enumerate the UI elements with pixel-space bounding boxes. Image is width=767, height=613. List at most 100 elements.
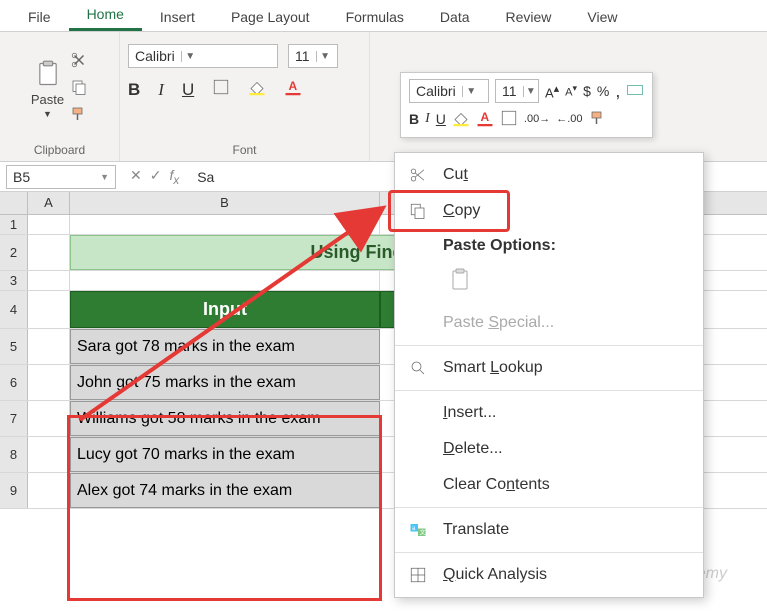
- font-size-value: 11: [289, 48, 316, 64]
- ctx-translate[interactable]: a文 Translate: [395, 512, 703, 548]
- bold-button[interactable]: B: [128, 80, 140, 100]
- enter-formula-icon[interactable]: ✓: [150, 167, 162, 187]
- select-all-corner[interactable]: [0, 192, 28, 214]
- ribbon-tabs: File Home Insert Page Layout Formulas Da…: [0, 0, 767, 32]
- fx-icon[interactable]: fx: [169, 167, 179, 187]
- data-cell[interactable]: Sara got 78 marks in the exam: [70, 329, 380, 364]
- ctx-quick-analysis[interactable]: Quick Analysis: [395, 557, 703, 593]
- format-painter-icon[interactable]: [70, 105, 88, 126]
- ctx-copy[interactable]: Copy: [395, 193, 703, 229]
- percent-format-icon[interactable]: %: [597, 83, 609, 99]
- mini-font-combo[interactable]: Calibri▼: [409, 79, 489, 103]
- tab-home[interactable]: Home: [69, 0, 142, 31]
- row-header[interactable]: 7: [0, 401, 28, 436]
- ctx-clear-contents[interactable]: Clear Contents: [395, 467, 703, 503]
- tab-insert[interactable]: Insert: [142, 3, 213, 31]
- group-font: Calibri▼ 11▼ B I U A Font: [120, 32, 370, 161]
- cell[interactable]: [28, 329, 70, 364]
- ctx-delete-label: Delete...: [443, 440, 503, 458]
- cell[interactable]: [70, 215, 380, 234]
- name-box-value: B5: [13, 169, 30, 185]
- ctx-insert-label: Insert...: [443, 404, 496, 422]
- border-button[interactable]: [212, 78, 230, 101]
- name-box[interactable]: B5 ▼: [6, 165, 116, 189]
- fill-color-button[interactable]: [248, 78, 266, 101]
- font-color-button[interactable]: A: [284, 78, 302, 101]
- mini-bold-button[interactable]: B: [409, 111, 419, 127]
- input-header-cell[interactable]: Input: [70, 291, 380, 328]
- ctx-translate-label: Translate: [443, 521, 509, 539]
- mini-italic-button[interactable]: I: [425, 111, 430, 127]
- copy-icon[interactable]: [70, 78, 88, 99]
- mini-border-icon[interactable]: [500, 109, 518, 130]
- font-group-label: Font: [232, 143, 256, 157]
- ctx-clear-label: Clear Contents: [443, 476, 550, 494]
- row-header[interactable]: 2: [0, 235, 28, 270]
- paste-option-default[interactable]: [443, 263, 477, 297]
- row-header[interactable]: 1: [0, 215, 28, 234]
- comma-format-icon[interactable]: ,: [615, 81, 620, 102]
- mini-font-color-icon[interactable]: A: [476, 109, 494, 130]
- ctx-cut[interactable]: Cut: [395, 157, 703, 193]
- chevron-down-icon[interactable]: ▼: [100, 172, 109, 182]
- mini-fill-icon[interactable]: [452, 109, 470, 130]
- underline-button[interactable]: U: [182, 80, 194, 100]
- col-header-a[interactable]: A: [28, 192, 70, 214]
- data-cell[interactable]: Alex got 74 marks in the exam: [70, 473, 380, 508]
- data-cell[interactable]: Williams got 58 marks in the exam: [70, 401, 380, 436]
- tab-pagelayout[interactable]: Page Layout: [213, 3, 328, 31]
- chevron-down-icon[interactable]: ▼: [316, 51, 334, 62]
- tab-data[interactable]: Data: [422, 3, 488, 31]
- tab-formulas[interactable]: Formulas: [328, 3, 422, 31]
- row-header[interactable]: 4: [0, 291, 28, 328]
- tab-view[interactable]: View: [569, 3, 635, 31]
- accounting-format-icon[interactable]: $: [583, 83, 591, 99]
- ctx-delete[interactable]: Delete...: [395, 431, 703, 467]
- ctx-cut-label: Cut: [443, 166, 468, 184]
- formula-content[interactable]: Sa: [187, 169, 214, 185]
- cell[interactable]: [28, 291, 70, 328]
- cell[interactable]: [28, 437, 70, 472]
- italic-button[interactable]: I: [158, 80, 164, 100]
- row-header[interactable]: 6: [0, 365, 28, 400]
- data-cell[interactable]: John got 75 marks in the exam: [70, 365, 380, 400]
- ctx-smart-lookup-label: Smart Lookup: [443, 359, 543, 377]
- cell[interactable]: [28, 235, 70, 270]
- cell[interactable]: [28, 271, 70, 290]
- mini-format-painter-icon[interactable]: [589, 109, 607, 130]
- decrease-font-icon[interactable]: A▾: [565, 83, 577, 99]
- increase-decimal-icon[interactable]: .00→: [524, 113, 550, 125]
- cancel-formula-icon[interactable]: ✕: [130, 167, 142, 187]
- font-name-value: Calibri: [129, 48, 181, 64]
- chevron-down-icon[interactable]: ▼: [181, 51, 199, 62]
- cell[interactable]: [28, 215, 70, 234]
- ctx-quick-analysis-label: Quick Analysis: [443, 566, 547, 584]
- cell[interactable]: [28, 365, 70, 400]
- row-header[interactable]: 8: [0, 437, 28, 472]
- font-name-combo[interactable]: Calibri▼: [128, 44, 278, 68]
- quick-analysis-icon: [407, 566, 429, 584]
- ctx-insert[interactable]: Insert...: [395, 395, 703, 431]
- font-size-combo[interactable]: 11▼: [288, 44, 338, 68]
- cell[interactable]: [70, 271, 380, 290]
- paste-label: Paste: [31, 92, 64, 107]
- tab-file[interactable]: File: [10, 3, 69, 31]
- row-header[interactable]: 5: [0, 329, 28, 364]
- cut-icon[interactable]: [70, 51, 88, 72]
- merge-icon[interactable]: [626, 81, 644, 102]
- tab-review[interactable]: Review: [488, 3, 570, 31]
- ctx-smart-lookup[interactable]: Smart Lookup: [395, 350, 703, 386]
- decrease-decimal-icon[interactable]: ←.00: [556, 113, 582, 125]
- context-menu: Cut Copy Paste Options: Paste Special...…: [394, 152, 704, 598]
- row-header[interactable]: 9: [0, 473, 28, 508]
- cell[interactable]: [28, 401, 70, 436]
- mini-underline-button[interactable]: U: [436, 111, 446, 127]
- row-header[interactable]: 3: [0, 271, 28, 290]
- paste-button[interactable]: Paste ▼: [31, 58, 64, 119]
- col-header-b[interactable]: B: [70, 192, 380, 214]
- cell[interactable]: [28, 473, 70, 508]
- mini-size-combo[interactable]: 11▼: [495, 79, 539, 103]
- search-icon: [407, 359, 429, 377]
- increase-font-icon[interactable]: A▴: [545, 82, 559, 100]
- data-cell[interactable]: Lucy got 70 marks in the exam: [70, 437, 380, 472]
